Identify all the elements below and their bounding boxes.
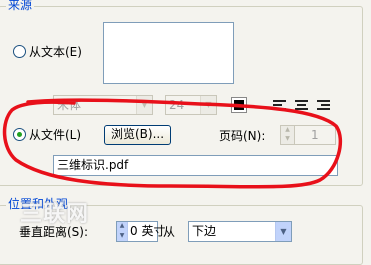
source-group-legend: 来源 <box>6 0 35 12</box>
chevron-down-icon[interactable]: ▼ <box>275 222 291 241</box>
from-file-label[interactable]: 从文件(L) <box>29 128 81 142</box>
chevron-down-icon[interactable]: ▼ <box>200 96 216 114</box>
page-number-field[interactable]: ▲ ▼ 1 <box>280 125 336 145</box>
page-number-label: 页码(N): <box>219 129 266 143</box>
align-left-button[interactable] <box>270 97 288 113</box>
spin-up-icon[interactable]: ▲ <box>281 126 294 135</box>
from-text-radio[interactable] <box>13 45 26 58</box>
color-swatch-fill <box>234 100 244 110</box>
file-name-value: 三维标识.pdf <box>57 158 129 172</box>
from-position-value: 下边 <box>192 224 217 238</box>
chevron-down-icon[interactable]: ▼ <box>136 96 152 114</box>
browse-button[interactable]: 浏览(B)... <box>104 125 171 145</box>
spin-down-icon[interactable]: ▼ <box>117 232 127 242</box>
font-size-combo[interactable]: 24 ▼ <box>165 95 217 115</box>
from-file-radio[interactable] <box>13 128 26 141</box>
from-position-combo[interactable]: 下边 ▼ <box>188 221 292 242</box>
vertical-distance-value: 0 英寸 <box>130 224 166 238</box>
vertical-distance-spinner[interactable]: ▲ ▼ <box>117 222 128 241</box>
font-name-value: 宋体 <box>57 98 82 112</box>
from-text-label[interactable]: 从文本(E) <box>29 45 82 59</box>
font-name-combo[interactable]: 宋体 ▼ <box>53 95 153 115</box>
page-number-spinner[interactable]: ▲ ▼ <box>281 126 295 144</box>
spin-down-icon[interactable]: ▼ <box>281 135 294 144</box>
font-size-value: 24 <box>169 98 185 112</box>
page-number-value: 1 <box>311 128 319 142</box>
spin-up-icon[interactable]: ▲ <box>117 222 127 232</box>
watermark-logo: 三联网 <box>20 202 90 227</box>
from-label: 从 <box>163 225 176 239</box>
align-center-button[interactable] <box>292 97 310 113</box>
vertical-distance-field[interactable]: ▲ ▼ 0 英寸 <box>116 221 165 242</box>
file-name-field[interactable]: 三维标识.pdf <box>53 155 338 176</box>
font-color-button[interactable] <box>231 97 247 113</box>
align-right-button[interactable] <box>314 97 332 113</box>
text-entry-box[interactable] <box>103 22 234 84</box>
